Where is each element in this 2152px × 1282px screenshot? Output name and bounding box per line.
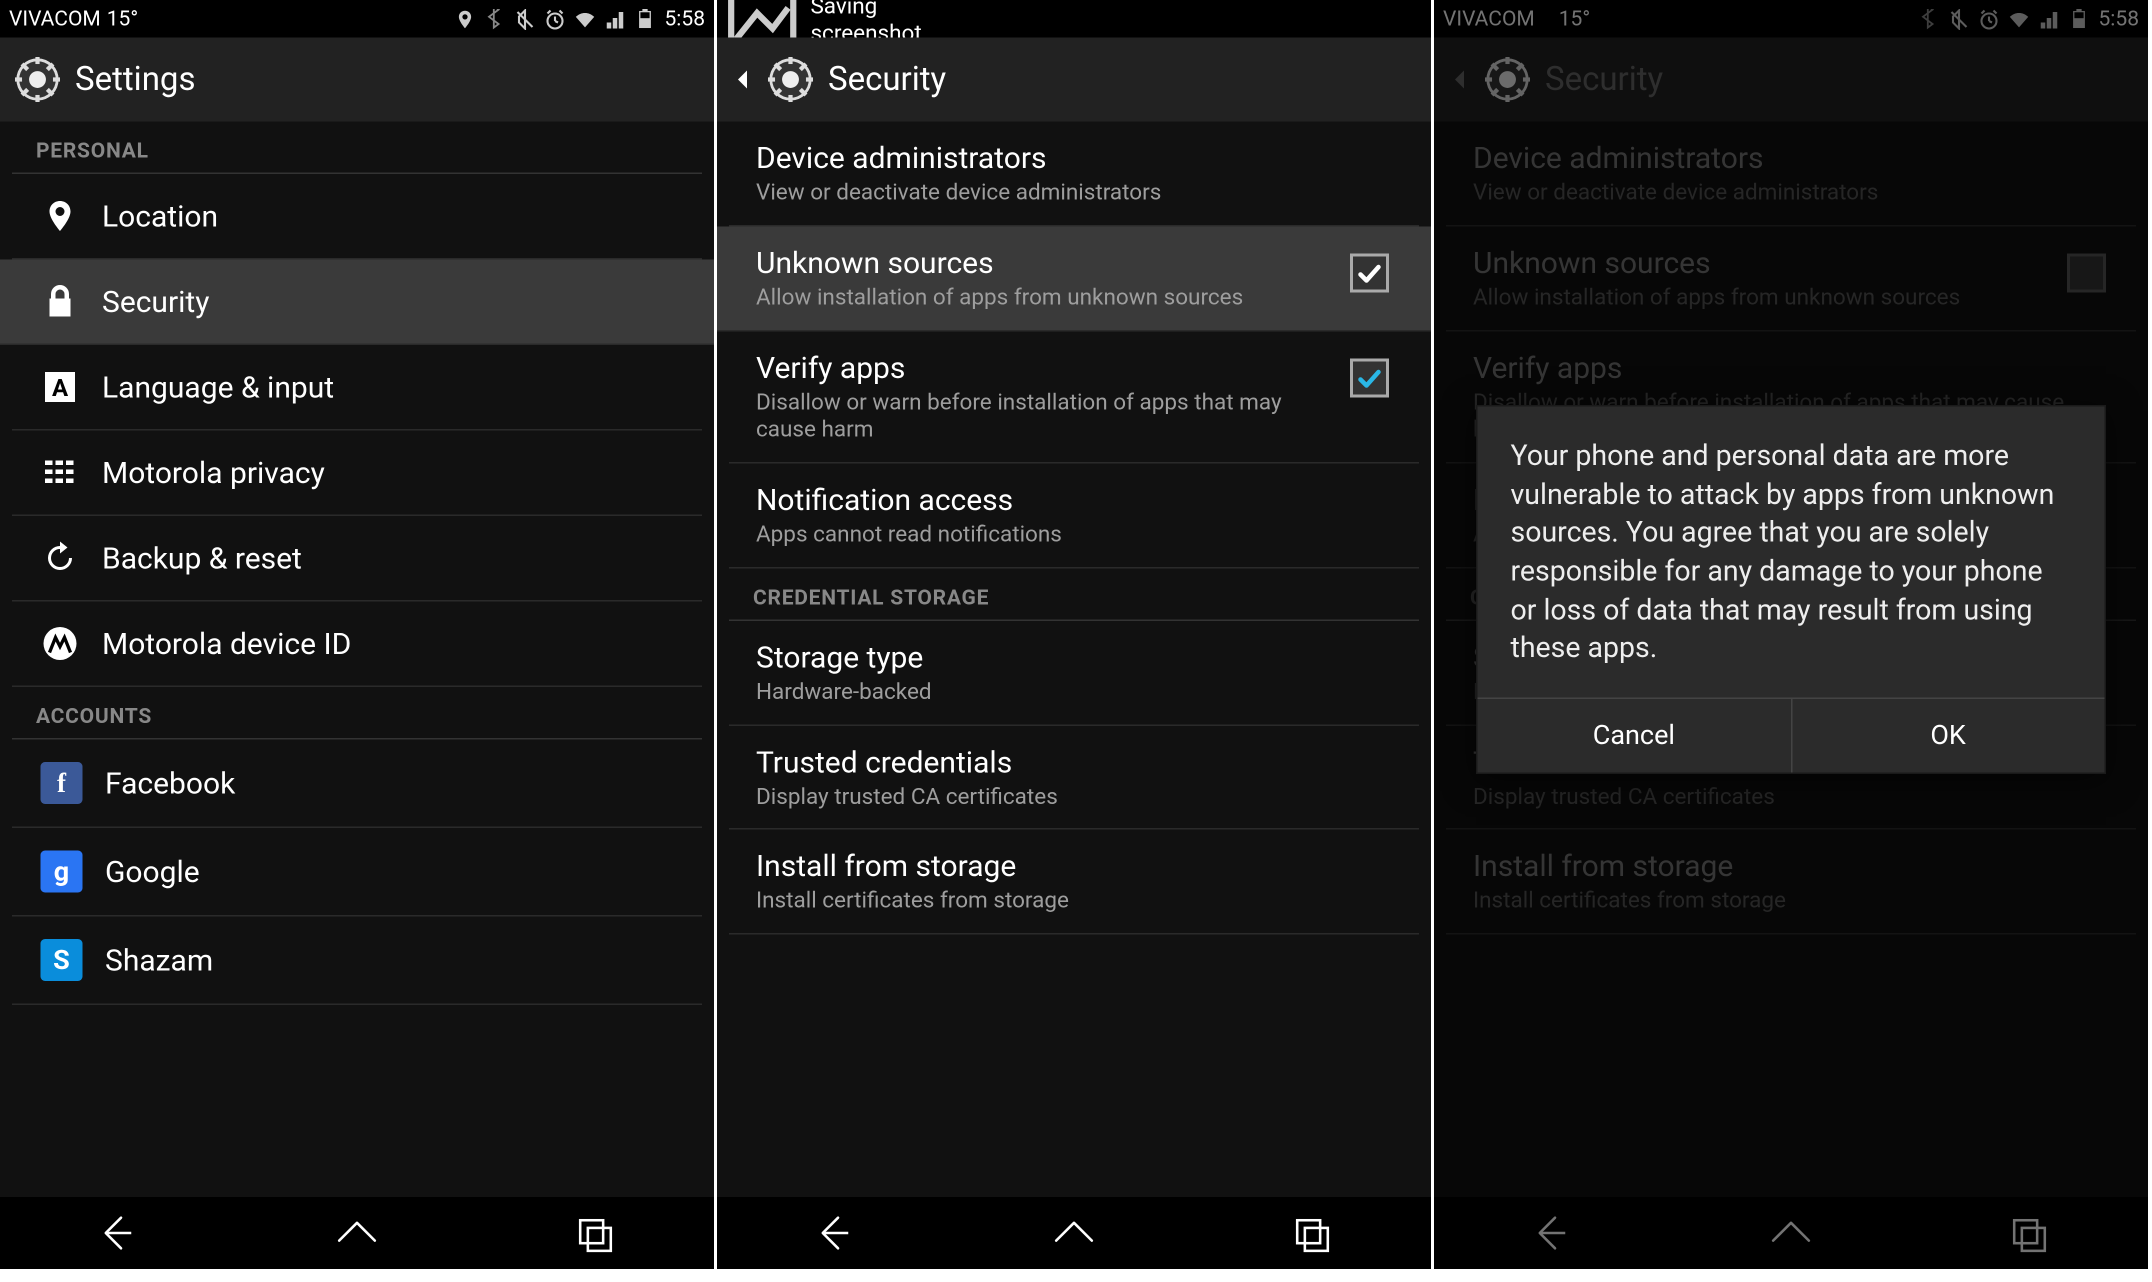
row-shazam[interactable]: S Shazam [12, 917, 702, 1006]
section-credential-storage: CREDENTIAL STORAGE [729, 568, 1419, 621]
row-backup-reset[interactable]: Backup & reset [12, 516, 702, 602]
page-title: Security [828, 61, 946, 99]
nav-recent-icon[interactable] [1286, 1208, 1337, 1259]
temperature: 15° [1559, 7, 1590, 31]
section-accounts: ACCOUNTS [12, 687, 702, 740]
row-install-from-storage[interactable]: Install from storage Install certificate… [729, 830, 1419, 935]
nav-bar [0, 1197, 714, 1269]
nav-recent-icon[interactable] [569, 1208, 620, 1259]
row-language[interactable]: Language & input [12, 345, 702, 431]
actionbar-security: Security [1434, 38, 2148, 122]
status-bar: VIVACOM 15° 5:58 [1434, 0, 2148, 38]
page-title: Security [1545, 61, 1663, 99]
bluetooth-icon [1919, 8, 1940, 29]
row-storage-type[interactable]: Storage type Hardware-backed [729, 621, 1419, 726]
facebook-icon: f [39, 761, 84, 806]
alarm-icon [545, 8, 566, 29]
back-chevron-icon[interactable] [732, 69, 753, 90]
nav-back-icon[interactable] [810, 1208, 861, 1259]
carrier: VIVACOM [1443, 7, 1535, 31]
unknown-sources-checkbox[interactable] [1350, 253, 1392, 295]
nav-recent-icon[interactable] [2003, 1208, 2054, 1259]
carrier: VIVACOM [9, 7, 101, 31]
lock-icon [39, 281, 81, 323]
row-motorola-privacy[interactable]: Motorola privacy [12, 431, 702, 517]
nav-home-icon[interactable] [1048, 1208, 1099, 1259]
battery-icon [635, 8, 656, 29]
signal-icon [2039, 8, 2060, 29]
row-notification-access[interactable]: Notification access Apps cannot read not… [729, 464, 1419, 569]
wifi-icon [575, 8, 596, 29]
grid-icon [39, 452, 81, 494]
nav-home-icon[interactable] [331, 1208, 382, 1259]
location-icon [39, 195, 81, 237]
gear-icon [768, 57, 813, 102]
row-google[interactable]: g Google [12, 828, 702, 917]
mute-icon [515, 8, 536, 29]
shazam-icon: S [39, 938, 84, 983]
security-list[interactable]: Device administrators View or deactivate… [717, 122, 1431, 1198]
battery-icon [2069, 8, 2090, 29]
row-motorola-id[interactable]: Motorola device ID [12, 602, 702, 688]
lang-icon [39, 366, 81, 408]
row-location[interactable]: Location [12, 174, 702, 260]
clock: 5:58 [665, 7, 706, 31]
actionbar-security[interactable]: Security [717, 38, 1431, 122]
row-verify-apps: Verify apps Disallow or warn before inst… [1446, 331, 2136, 464]
nav-bar [1434, 1197, 2148, 1269]
section-credential-storage: CREDENTIAL STORAGE [1446, 568, 2136, 621]
gear-icon [1485, 57, 1530, 102]
screen-settings: VIVACOM 15° 5:58 Settings PERSONAL Locat… [0, 0, 714, 1269]
location-icon [455, 8, 476, 29]
status-bar: VIVACOM 15° 5:58 [0, 0, 714, 38]
motorola-icon [39, 623, 81, 665]
screen-security: Saving screenshot… Security Device admin… [717, 0, 1431, 1269]
row-trusted-credentials[interactable]: Trusted credentials Display trusted CA c… [729, 725, 1419, 830]
row-notification-access: Notification access Apps cannot read not… [1446, 464, 2136, 569]
security-list: Device administrators View or deactivate… [1434, 122, 2148, 1198]
row-storage-type: Storage type Hardware-backed [1446, 621, 2136, 726]
row-trusted-credentials: Trusted credentials Display trusted CA c… [1446, 725, 2136, 830]
gear-icon [15, 57, 60, 102]
nav-home-icon[interactable] [1765, 1208, 1816, 1259]
temperature: 15° [107, 7, 138, 31]
row-verify-apps[interactable]: Verify apps Disallow or warn before inst… [729, 331, 1419, 464]
row-device-admin[interactable]: Device administrators View or deactivate… [729, 122, 1419, 227]
back-chevron-icon [1449, 69, 1470, 90]
bluetooth-icon [485, 8, 506, 29]
page-title: Settings [75, 61, 196, 99]
restore-icon [39, 537, 81, 579]
google-icon: g [39, 849, 84, 894]
alarm-icon [1979, 8, 2000, 29]
mute-icon [1949, 8, 1970, 29]
nav-bar [717, 1197, 1431, 1269]
row-install-from-storage: Install from storage Install certificate… [1446, 830, 2136, 935]
signal-icon [605, 8, 626, 29]
row-device-admin: Device administrators View or deactivate… [1446, 122, 2136, 227]
row-security[interactable]: Security [0, 260, 714, 346]
row-unknown-sources: Unknown sources Allow installation of ap… [1446, 226, 2136, 331]
nav-back-icon[interactable] [1527, 1208, 1578, 1259]
settings-list[interactable]: PERSONAL Location Security Language & in… [0, 122, 714, 1198]
unknown-sources-checkbox [2067, 253, 2109, 295]
wifi-icon [2009, 8, 2030, 29]
actionbar-settings: Settings [0, 38, 714, 122]
verify-apps-checkbox[interactable] [1350, 358, 1392, 400]
status-bar: Saving screenshot… [717, 0, 1431, 38]
nav-back-icon[interactable] [93, 1208, 144, 1259]
row-facebook[interactable]: f Facebook [12, 740, 702, 829]
row-unknown-sources[interactable]: Unknown sources Allow installation of ap… [717, 226, 1431, 331]
section-personal: PERSONAL [12, 122, 702, 175]
screen-security-dialog: VIVACOM 15° 5:58 Security Device adminis… [1434, 0, 2148, 1269]
clock: 5:58 [2099, 7, 2140, 31]
